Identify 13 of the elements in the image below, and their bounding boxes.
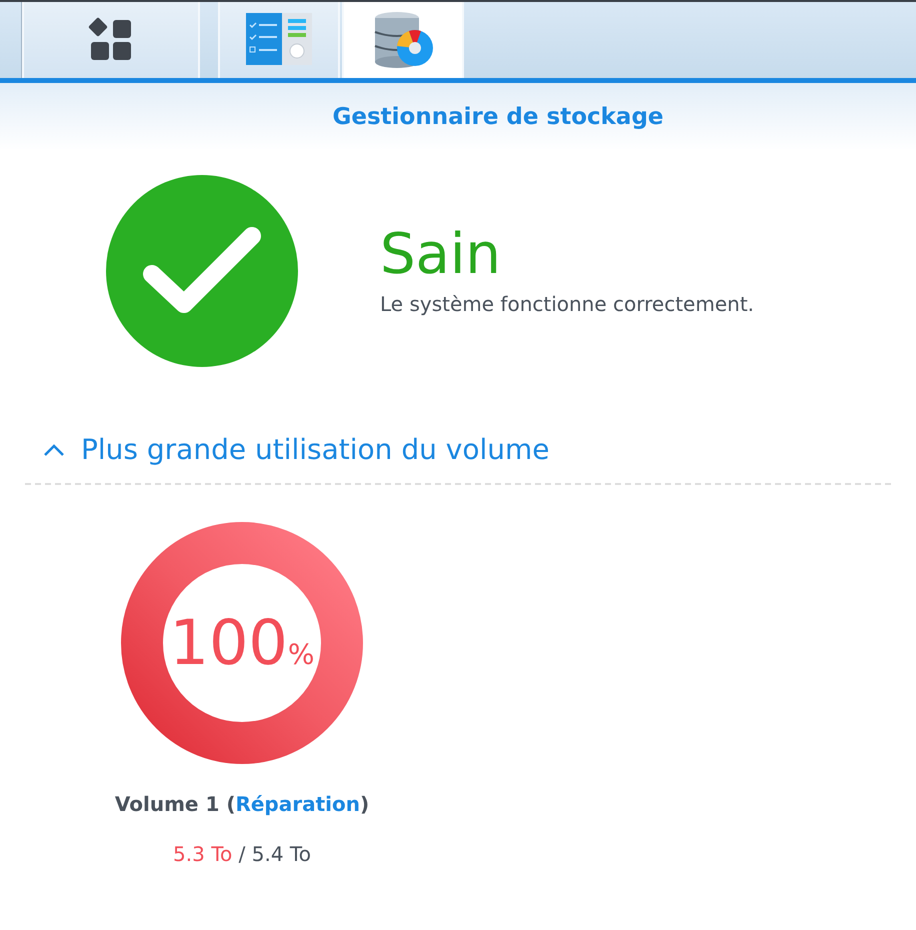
chevron-up-icon[interactable] [43,443,65,457]
app-grid-icon [88,17,134,63]
usage-percent: 100% [170,612,314,674]
taskbar-tab[interactable] [22,2,200,78]
taskbar-tab[interactable] [342,2,464,78]
health-status: Sain [380,223,502,287]
window-title: Gestionnaire de stockage [332,102,664,132]
health-message: Le système fonctionne correctement. [380,291,754,318]
checkmark-icon [142,226,262,316]
control-panel-icon [246,13,312,67]
volume-label: Volume 1 (Réparation) [114,791,370,818]
section-title: Plus grande utilisation du volume [81,432,550,468]
volume-usage: 5.3 To / 5.4 To [173,841,311,868]
